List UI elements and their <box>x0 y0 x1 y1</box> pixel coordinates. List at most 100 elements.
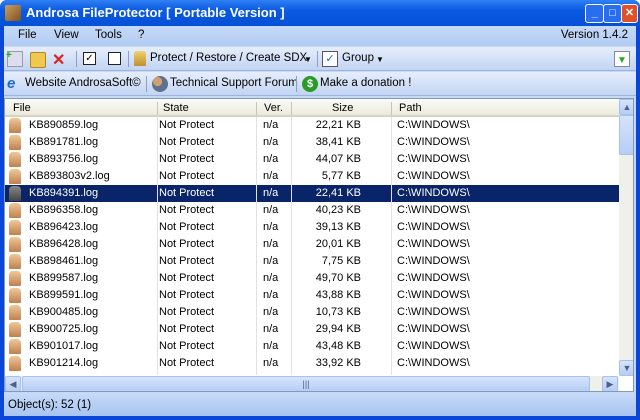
table-row[interactable]: KB900485.log Not Protect n/a 10,73 KB C:\WIN… <box>5 304 619 321</box>
cell-state: Not Protect <box>159 272 215 284</box>
vertical-scrollbar[interactable]: ▲ ▼ <box>619 99 633 376</box>
cell-file-name: KB901214.log <box>29 357 99 369</box>
close-button[interactable]: ✕ <box>621 4 638 23</box>
cell-version: n/a <box>263 323 279 335</box>
table-row[interactable]: KB899591.log Not Protect n/a 43,88 KB C:\WIN… <box>5 287 619 304</box>
cell-version: n/a <box>263 357 279 369</box>
add-files-icon[interactable]: + <box>6 50 23 67</box>
cell-state: Not Protect <box>159 340 215 352</box>
cell-size: 10,73 KB <box>315 306 361 318</box>
cell-size: 49,70 KB <box>315 272 361 284</box>
table-row[interactable]: KB893756.log Not Protect n/a 44,07 KB C:\WIN… <box>5 151 619 168</box>
cell-state: Not Protect <box>159 238 215 250</box>
cell-size: 38,41 KB <box>315 136 361 148</box>
cell-file-name: KB896428.log <box>29 238 99 250</box>
table-row[interactable]: KB900725.log Not Protect n/a 29,94 KB C:\WIN… <box>5 321 619 338</box>
cell-version: n/a <box>263 221 279 233</box>
uncheck-all-icon[interactable] <box>108 52 121 65</box>
table-row[interactable]: KB899587.log Not Protect n/a 49,70 KB C:\WIN… <box>5 270 619 287</box>
menu-file[interactable]: File <box>18 29 37 41</box>
cell-file-name: KB899587.log <box>29 272 99 284</box>
cell-version: n/a <box>263 204 279 216</box>
scroll-thumb-horizontal[interactable]: ||| <box>22 376 590 391</box>
table-row[interactable]: KB896428.log Not Protect n/a 20,01 KB C:\WIN… <box>5 236 619 253</box>
table-row[interactable]: KB898461.log Not Protect n/a 7,75 KB C:\WIND… <box>5 253 619 270</box>
cell-version: n/a <box>263 153 279 165</box>
menu-help[interactable]: ? <box>138 29 144 41</box>
cell-version: n/a <box>263 170 279 182</box>
cell-size: 22,41 KB <box>315 187 361 199</box>
cell-state: Not Protect <box>159 306 215 318</box>
cell-size: 20,01 KB <box>315 238 361 250</box>
delete-icon[interactable]: ✕ <box>52 50 68 69</box>
unlocked-icon <box>9 237 21 252</box>
window-title: Androsa FileProtector [ Portable Version… <box>26 5 285 20</box>
cell-version: n/a <box>263 136 279 148</box>
cell-version: n/a <box>263 187 279 199</box>
unlocked-icon <box>9 118 21 133</box>
group-icon: ✓ <box>322 51 338 67</box>
export-icon[interactable]: ▼ <box>614 51 630 67</box>
table-row[interactable]: KB896358.log Not Protect n/a 40,23 KB C:\WIN… <box>5 202 619 219</box>
column-ver[interactable]: Ver. <box>264 102 283 114</box>
cell-path: C:\WINDOWS\ <box>397 187 470 199</box>
open-folder-icon[interactable] <box>30 52 46 68</box>
column-file[interactable]: File <box>13 102 31 114</box>
cell-path: C:\WINDOWS\ <box>397 272 470 284</box>
scroll-down-button[interactable]: ▼ <box>619 360 633 376</box>
cell-path: C:\WINDOWS\ <box>397 306 470 318</box>
column-state[interactable]: State <box>163 102 189 114</box>
column-size[interactable]: Size <box>332 102 353 114</box>
unlocked-icon <box>9 322 21 337</box>
scroll-up-button[interactable]: ▲ <box>619 99 633 115</box>
scroll-left-button[interactable]: ◀ <box>5 376 21 391</box>
column-path[interactable]: Path <box>399 102 422 114</box>
horizontal-scrollbar[interactable]: ◀ ||| ▶ <box>5 376 619 391</box>
file-list[interactable]: File State Ver. Size Path KB890859.log No… <box>4 98 634 392</box>
main-toolbar: + ✕ ✓ Protect / Restore / Create SDX ▼ ✓… <box>4 47 636 71</box>
users-icon <box>152 76 168 92</box>
lock-icon <box>134 51 146 66</box>
check-all-icon[interactable]: ✓ <box>83 52 96 65</box>
cell-file-name: KB900485.log <box>29 306 99 318</box>
cell-state: Not Protect <box>159 187 215 199</box>
cell-version: n/a <box>263 119 279 131</box>
status-bar: Object(s): 52 (1) <box>4 394 636 416</box>
scroll-thumb[interactable] <box>619 115 633 155</box>
table-row[interactable]: KB890859.log Not Protect n/a 22,21 KB C:\WIN… <box>5 117 619 134</box>
table-row[interactable]: KB901214.log Not Protect n/a 33,92 KB C:\WIN… <box>5 355 619 372</box>
menu-tools[interactable]: Tools <box>95 29 122 41</box>
cell-version: n/a <box>263 340 279 352</box>
cell-file-name: KB898461.log <box>29 255 99 267</box>
unlocked-icon <box>9 305 21 320</box>
unlocked-icon <box>9 203 21 218</box>
chevron-down-icon: ▼ <box>304 55 312 64</box>
table-row[interactable]: KB891781.log Not Protect n/a 38,41 KB C:\WIN… <box>5 134 619 151</box>
scroll-right-button[interactable]: ▶ <box>602 376 618 391</box>
menu-view[interactable]: View <box>54 29 79 41</box>
maximize-button[interactable]: □ <box>603 4 622 23</box>
cell-size: 7,75 KB <box>321 255 361 267</box>
minimize-button[interactable]: _ <box>585 4 604 23</box>
table-row[interactable]: KB893803v2.log Not Protect n/a 5,77 KB C:\WI… <box>5 168 619 185</box>
cell-path: C:\WINDOWS\ <box>397 238 470 250</box>
cell-size: 29,94 KB <box>315 323 361 335</box>
unlocked-icon <box>9 135 21 150</box>
version-label: Version 1.4.2 <box>560 29 628 41</box>
link-toolbar: e Website AndrosaSoft© Technical Support… <box>4 72 636 96</box>
cell-file-name: KB893756.log <box>29 153 99 165</box>
cell-version: n/a <box>263 272 279 284</box>
cell-file-name: KB891781.log <box>29 136 99 148</box>
cell-state: Not Protect <box>159 153 215 165</box>
cell-state: Not Protect <box>159 119 215 131</box>
table-row[interactable]: KB896423.log Not Protect n/a 39,13 KB C:\WIN… <box>5 219 619 236</box>
unlocked-icon <box>9 152 21 167</box>
unlocked-icon <box>9 271 21 286</box>
cell-version: n/a <box>263 238 279 250</box>
cell-version: n/a <box>263 306 279 318</box>
table-row[interactable]: KB901017.log Not Protect n/a 43,48 KB C:\WIN… <box>5 338 619 355</box>
dollar-icon: $ <box>302 76 318 92</box>
donate-label: Make a donation ! <box>320 77 412 89</box>
app-window: Androsa FileProtector [ Portable Version… <box>0 0 640 420</box>
table-row[interactable]: KB894391.log Not Protect n/a 22,41 KB C:\WIN… <box>5 185 619 202</box>
